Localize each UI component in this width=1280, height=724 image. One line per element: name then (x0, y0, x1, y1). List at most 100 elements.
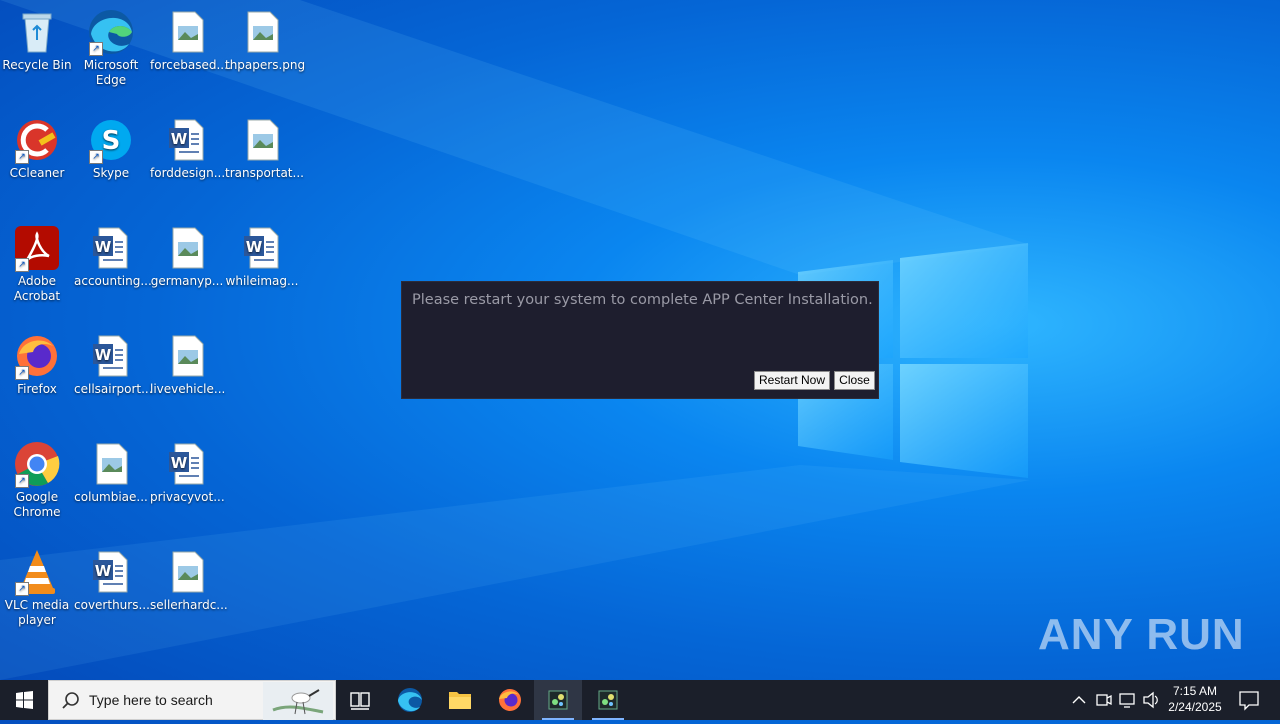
image-file-icon (238, 116, 286, 164)
dialog-message: Please restart your system to complete A… (412, 292, 873, 308)
search-placeholder: Type here to search (89, 692, 213, 708)
shortcut-arrow-icon: ↗ (15, 474, 29, 488)
edge-icon (398, 688, 422, 712)
image-file-icon (87, 440, 135, 488)
word-document-icon: W (163, 116, 211, 164)
taskbar-edge[interactable] (386, 680, 434, 720)
restart-dialog: Please restart your system to complete A… (401, 281, 879, 399)
watermark-text: ANY RUN (1038, 610, 1245, 659)
tray-meet-now[interactable] (1092, 680, 1114, 720)
taskbar-firefox[interactable] (486, 680, 534, 720)
app-center-icon (598, 690, 618, 710)
desktop-icon-label: transportat... (225, 166, 304, 180)
word-document-icon: W (163, 440, 211, 488)
desktop-icon-label: forcebased.... (150, 58, 232, 72)
word-document-icon: W (238, 224, 286, 272)
desktop-icon-word-doc[interactable]: W whileimag... (225, 224, 299, 289)
desktop-icon-vlc[interactable]: ↗ VLC media player (0, 548, 74, 628)
desktop-icon-word-doc[interactable]: W accounting... (74, 224, 152, 289)
shortcut-arrow-icon: ↗ (89, 42, 103, 56)
shortcut-arrow-icon: ↗ (15, 150, 29, 164)
tray-network[interactable] (1116, 680, 1138, 720)
task-view-icon (350, 692, 370, 710)
tray-volume[interactable] (1140, 680, 1162, 720)
desktop-icon-label: VLC media player (4, 598, 70, 627)
search-box[interactable]: Type here to search (48, 680, 336, 720)
desktop-icon-google-chrome[interactable]: ↗ Google Chrome (0, 440, 74, 520)
desktop-icon-image-file[interactable]: transportat... (225, 116, 304, 181)
desktop-icon-label: germanyp... (150, 274, 224, 288)
desktop-icon-ccleaner[interactable]: ↗ CCleaner (0, 116, 74, 181)
desktop-icon-label: thpapers.png (225, 58, 306, 72)
notification-icon (1239, 691, 1259, 711)
ccleaner-icon: ↗ (13, 116, 61, 164)
svg-text:S: S (102, 126, 121, 156)
desktop-icon-image-file[interactable]: sellerhardc... (150, 548, 228, 613)
desktop-icon-recycle-bin[interactable]: Recycle Bin (0, 8, 74, 73)
word-document-icon: W (87, 332, 135, 380)
image-file-icon (163, 8, 211, 56)
shortcut-arrow-icon: ↗ (89, 150, 103, 164)
svg-text:W: W (95, 562, 112, 580)
chrome-icon: ↗ (13, 440, 61, 488)
desktop-icon-label: Adobe Acrobat (13, 274, 61, 303)
desktop-icon-word-doc[interactable]: W cellsairport... (74, 332, 153, 397)
image-file-icon (163, 332, 211, 380)
desktop-icon-skype[interactable]: S ↗ Skype (74, 116, 148, 181)
desktop-icon-image-file[interactable]: thpapers.png (225, 8, 306, 73)
taskbar-app-center-2[interactable] (584, 680, 632, 720)
desktop-icon-image-file[interactable]: columbiae... (74, 440, 148, 505)
desktop-icon-label: Firefox (17, 382, 57, 396)
speaker-icon (1143, 691, 1158, 709)
network-icon (1119, 693, 1135, 708)
desktop-icon-word-doc[interactable]: W coverthurs... (74, 548, 150, 613)
image-file-icon (238, 8, 286, 56)
tray-chevron-up[interactable] (1068, 680, 1090, 720)
word-document-icon: W (87, 548, 135, 596)
desktop-icon-label: Skype (92, 166, 130, 180)
desktop-icon-label: Google Chrome (13, 490, 61, 519)
skype-icon: S ↗ (87, 116, 135, 164)
desktop-icon-label: privacyvot... (150, 490, 225, 504)
desktop-icon-label: columbiae... (74, 490, 148, 504)
desktop-icon-label: Microsoft Edge (83, 58, 139, 87)
desktop-icon-firefox[interactable]: ↗ Firefox (0, 332, 74, 397)
task-view-button[interactable] (336, 680, 384, 720)
desktop-icon-word-doc[interactable]: W privacyvot... (150, 440, 225, 505)
start-button[interactable] (0, 680, 48, 720)
chevron-up-icon (1072, 696, 1086, 704)
desktop-icon-image-file[interactable]: livevehicle... (150, 332, 226, 397)
taskbar-app-center[interactable] (534, 680, 582, 720)
desktop-icon-label: cellsairport... (74, 382, 153, 396)
desktop-icon-label: forddesign... (150, 166, 226, 180)
close-button[interactable]: Close (834, 371, 875, 390)
desktop-icon-image-file[interactable]: forcebased.... (150, 8, 232, 73)
firefox-icon (499, 689, 521, 711)
anyrun-watermark: ANY RUN (1038, 610, 1245, 660)
desktop-icon-microsoft-edge[interactable]: ↗ Microsoft Edge (74, 8, 148, 88)
svg-text:W: W (95, 346, 112, 364)
desktop-icon-label: sellerhardc... (150, 598, 228, 612)
image-file-icon (163, 548, 211, 596)
vlc-icon: ↗ (13, 548, 61, 596)
desktop-icon-label: CCleaner (9, 166, 65, 180)
firefox-icon: ↗ (13, 332, 61, 380)
desktop-icon-word-doc[interactable]: W forddesign... (150, 116, 226, 181)
desktop-icon-adobe-acrobat[interactable]: ↗ Adobe Acrobat (0, 224, 74, 304)
desktop-icon-label: livevehicle... (150, 382, 226, 396)
notification-center-button[interactable] (1234, 680, 1264, 720)
clock[interactable]: 7:15 AM 2/24/2025 (1160, 683, 1230, 715)
taskbar: Type here to search 7:15 AM 2/24/2025 (0, 680, 1280, 720)
svg-text:W: W (95, 238, 112, 256)
desktop-icon-label: coverthurs... (74, 598, 150, 612)
taskbar-file-explorer[interactable] (436, 680, 484, 720)
desktop-icon-label: Recycle Bin (2, 58, 72, 72)
clock-date: 2/24/2025 (1168, 700, 1222, 714)
search-icon (62, 692, 79, 709)
restart-now-button[interactable]: Restart Now (754, 371, 830, 390)
desktop-icon-image-file[interactable]: germanyp... (150, 224, 224, 289)
svg-text:W: W (171, 454, 188, 472)
word-document-icon: W (87, 224, 135, 272)
svg-text:W: W (246, 238, 263, 256)
image-file-icon (163, 224, 211, 272)
